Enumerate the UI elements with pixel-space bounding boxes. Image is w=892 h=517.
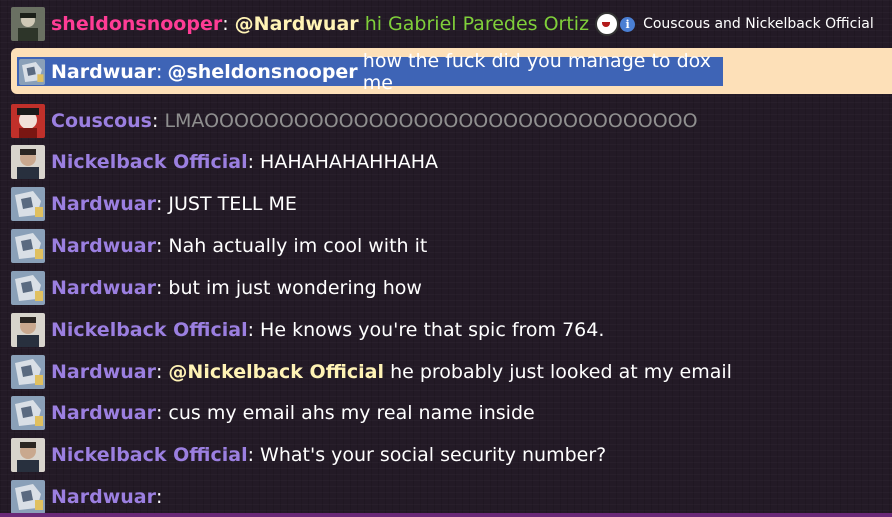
username[interactable]: Nardwuar — [51, 193, 156, 215]
message-text: hi Gabriel Paredes Ortiz — [364, 13, 590, 35]
colon: : — [155, 235, 163, 257]
mention[interactable]: @sheldonsnooper — [167, 61, 357, 83]
nardwuar-avatar[interactable] — [11, 271, 45, 305]
nardwuar-avatar[interactable] — [11, 187, 45, 221]
username[interactable]: sheldonsnooper — [51, 13, 222, 35]
chat-message[interactable]: Nardwuar: but im just wondering how — [0, 271, 892, 305]
colon: : — [247, 319, 254, 341]
message-text: HAHAHAHAHHAHA — [260, 151, 439, 173]
message-text: how the fuck did you manage to dox me — [362, 49, 711, 94]
chat-message[interactable]: Nardwuar: Nah actually im cool with it — [0, 229, 892, 263]
colon: : — [247, 444, 254, 466]
sheldonsnooper-avatar[interactable] — [11, 7, 45, 41]
chat-message[interactable]: Nickelback Official: He knows you're tha… — [0, 313, 892, 347]
nickelback-avatar[interactable] — [11, 438, 45, 472]
chat-message[interactable]: Nickelback Official: What's your social … — [0, 438, 892, 472]
mention[interactable]: @Nardwuar — [235, 13, 359, 35]
chat-message[interactable]: Nardwuar: — [0, 480, 892, 514]
colon: : — [151, 110, 159, 132]
chat-message[interactable]: Nardwuar: @Nickelback Official he probab… — [0, 355, 892, 389]
nardwuar-avatar[interactable] — [11, 355, 45, 389]
message-text: cus my email ahs my real name inside — [168, 402, 535, 424]
username[interactable]: Nardwuar — [51, 361, 156, 383]
message-text: but im just wondering how — [168, 277, 422, 299]
username[interactable]: Nickelback Official — [51, 319, 248, 341]
colon: : — [155, 486, 163, 508]
username[interactable]: Nardwuar — [51, 277, 156, 299]
username[interactable]: Nickelback Official — [51, 151, 248, 173]
message-text: Nah actually im cool with it — [168, 235, 428, 257]
input-bar-edge — [0, 513, 892, 517]
nardwuar-avatar[interactable] — [11, 396, 45, 430]
nardwuar-avatar[interactable] — [11, 229, 45, 263]
username[interactable]: Couscous — [51, 110, 152, 132]
nardwuar-avatar[interactable] — [19, 58, 45, 85]
colon: : — [155, 193, 163, 215]
nardwuar-avatar[interactable] — [11, 480, 45, 514]
username[interactable]: Nardwuar — [51, 235, 156, 257]
colon: : — [155, 60, 163, 83]
colon: : — [155, 361, 163, 383]
colon: : — [222, 13, 229, 35]
message-text: What's your social security number? — [260, 444, 607, 466]
colon: : — [247, 151, 254, 173]
info-badge-icon[interactable]: i — [620, 16, 636, 32]
chat-message[interactable]: Couscous: LMAOOOOOOOOOOOOOOOOOOOOOOOOOOO… — [0, 104, 892, 138]
username[interactable]: Nardwuar — [51, 402, 156, 424]
colon: : — [155, 402, 163, 424]
chat-message[interactable]: Nardwuar: cus my email ahs my real name … — [0, 396, 892, 430]
message-text: LMAOOOOOOOOOOOOOOOOOOOOOOOOOOOOOOOOO — [164, 110, 698, 132]
chat-message[interactable]: sheldonsnooper: @Nardwuar hi Gabriel Par… — [0, 7, 892, 41]
selected-message[interactable]: Nardwuar: @sheldonsnooper how the fuck d… — [17, 50, 723, 94]
message-text: JUST TELL ME — [168, 193, 297, 215]
mention[interactable]: @Nickelback Official — [168, 361, 384, 383]
message-text: he probably just looked at my email — [390, 361, 732, 383]
colon: : — [155, 277, 163, 299]
nickelback-avatar[interactable] — [11, 313, 45, 347]
chat-message[interactable]: Nickelback Official: HAHAHAHAHHAHA — [0, 145, 892, 179]
online-users-note: Couscous and Nickelback Official — [643, 16, 874, 32]
username[interactable]: Nickelback Official — [51, 444, 248, 466]
nickelback-avatar[interactable] — [11, 145, 45, 179]
username[interactable]: Nardwuar — [51, 61, 156, 83]
reply-highlight[interactable]: Nardwuar: @sheldonsnooper how the fuck d… — [11, 48, 892, 94]
couscous-avatar[interactable] — [11, 104, 45, 138]
message-text: He knows you're that spic from 764. — [260, 319, 605, 341]
laughing-emoji-icon — [595, 12, 620, 36]
chat-message[interactable]: Nardwuar: JUST TELL ME — [0, 187, 892, 221]
username[interactable]: Nardwuar — [51, 486, 156, 508]
